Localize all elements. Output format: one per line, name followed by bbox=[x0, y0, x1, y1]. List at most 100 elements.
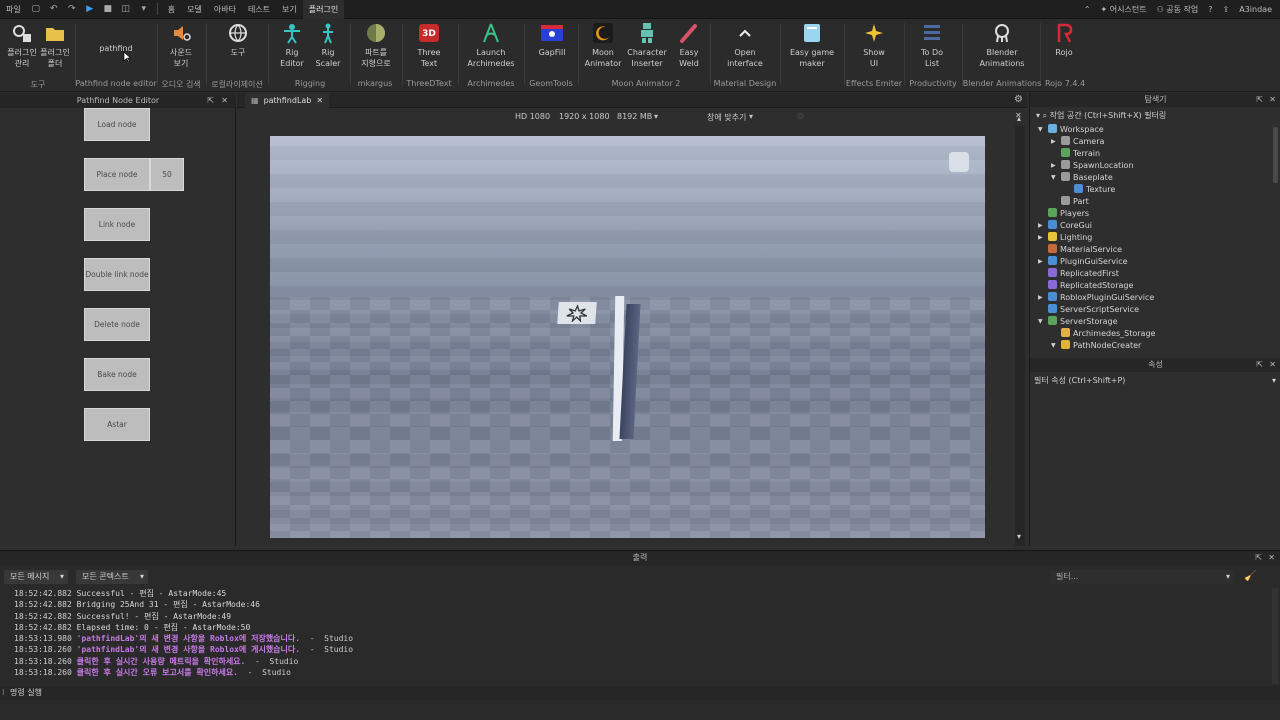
delete-node-button[interactable]: Delete node bbox=[84, 308, 150, 341]
explorer-item[interactable]: Texture bbox=[1030, 184, 1270, 196]
messages-filter-dropdown[interactable]: 모든 메시지 ▾ bbox=[4, 570, 68, 584]
bake-node-button[interactable]: Bake node bbox=[84, 358, 150, 391]
easy-weld-button[interactable]: Easy Weld bbox=[672, 21, 706, 69]
explorer-item[interactable]: Part bbox=[1030, 196, 1270, 208]
tab-view[interactable]: 보기 bbox=[276, 0, 303, 19]
blender-animations-button[interactable]: Blender Animations bbox=[970, 21, 1034, 69]
output-close-icon[interactable]: ✕ bbox=[1268, 551, 1275, 565]
explorer-undock-icon[interactable]: ⇱ bbox=[1256, 93, 1263, 107]
collapse-ribbon-icon[interactable]: ⌃ bbox=[1084, 5, 1091, 14]
rig-editor-button[interactable]: Rig Editor bbox=[276, 21, 308, 69]
explorer-item[interactable]: MaterialService bbox=[1030, 244, 1270, 256]
user-name[interactable]: A3indae bbox=[1239, 5, 1272, 14]
astar-button[interactable]: Astar bbox=[84, 408, 150, 441]
fit-to-window-dropdown[interactable]: 창에 맞추기 bbox=[707, 112, 746, 123]
explorer-filter-input[interactable]: ▾ ⌕ 작업 공간 (Ctrl+Shift+X) 필터링 bbox=[1030, 109, 1280, 123]
expand-arrow-closed-icon[interactable]: ▶ bbox=[1051, 160, 1056, 172]
collab-button[interactable]: ⚇ 공동 작업 bbox=[1157, 4, 1199, 15]
new-file-icon[interactable]: ▢ bbox=[29, 2, 43, 16]
share-icon[interactable]: ⇪ bbox=[1223, 5, 1230, 14]
three-text-button[interactable]: 3D Three Text bbox=[412, 21, 446, 69]
expand-arrow-open-icon[interactable]: ▼ bbox=[1038, 124, 1043, 136]
context-filter-dropdown[interactable]: 모든 콘텍스트 ▾ bbox=[76, 570, 148, 584]
expand-arrow-open-icon[interactable]: ▼ bbox=[1051, 340, 1056, 352]
output-scrollbar[interactable] bbox=[1272, 588, 1278, 684]
explorer-item[interactable]: ▶ PluginGuiService bbox=[1030, 256, 1270, 268]
menu-file[interactable]: 파일 bbox=[0, 0, 27, 19]
gapfill-button[interactable]: GapFill bbox=[534, 21, 570, 58]
tab-plugins[interactable]: 플러그인 bbox=[302, 0, 345, 19]
explorer-item[interactable]: Players bbox=[1030, 208, 1270, 220]
orientation-icon[interactable]: ◎ bbox=[797, 111, 804, 120]
tab-model[interactable]: 모델 bbox=[181, 0, 208, 19]
moon-animator-button[interactable]: Moon Animator bbox=[584, 21, 622, 69]
view-cube[interactable] bbox=[949, 152, 969, 172]
part-to-terrain-button[interactable]: 파트를 지형으로 bbox=[358, 21, 394, 69]
explorer-scrollbar[interactable] bbox=[1273, 127, 1278, 183]
rojo-button[interactable]: Rojo bbox=[1048, 21, 1080, 58]
resolution-preset[interactable]: HD 1080 bbox=[515, 112, 550, 121]
explorer-item[interactable]: ▶ RobloxPluginGuiService bbox=[1030, 292, 1270, 304]
output-line-message[interactable]: 'pathfindLab'의 새 변경 사항을 Roblox에 저장했습니다. bbox=[77, 634, 300, 643]
tab-avatar[interactable]: 아바타 bbox=[208, 0, 242, 19]
help-icon[interactable]: ? bbox=[1208, 5, 1212, 14]
explorer-item[interactable]: ReplicatedStorage bbox=[1030, 280, 1270, 292]
plugins-folder-button[interactable]: 플러그인 폴더 bbox=[38, 21, 72, 69]
redo-icon[interactable]: ↷ bbox=[65, 2, 79, 16]
expand-arrow-open-icon[interactable]: ▼ bbox=[1051, 172, 1056, 184]
spawn-location[interactable] bbox=[557, 302, 597, 324]
todo-list-button[interactable]: To Do List bbox=[914, 21, 950, 69]
scroll-down-icon[interactable]: ▾ bbox=[1017, 532, 1021, 541]
explorer-item[interactable]: Archimedes_Storage bbox=[1030, 328, 1270, 340]
tab-home[interactable]: 홈 bbox=[162, 0, 181, 19]
load-node-button[interactable]: Load node bbox=[84, 108, 150, 141]
memory-value[interactable]: 8192 MB bbox=[617, 112, 652, 121]
output-line-message[interactable]: 클릭한 후 실시간 사용량 메트릭을 확인하세요. bbox=[77, 657, 246, 666]
explorer-item[interactable]: ▶ CoreGui bbox=[1030, 220, 1270, 232]
scroll-up-icon[interactable]: ▴ bbox=[1017, 114, 1021, 123]
explorer-item[interactable]: ▼ PathNodeCreater bbox=[1030, 340, 1270, 352]
output-undock-icon[interactable]: ⇱ bbox=[1255, 551, 1262, 565]
clear-output-icon[interactable]: 🧹 bbox=[1244, 571, 1256, 582]
open-interface-button[interactable]: Open interface bbox=[722, 21, 768, 69]
properties-filter-input[interactable]: 필터 속성 (Ctrl+Shift+P) ▾ bbox=[1034, 374, 1278, 388]
play-icon[interactable]: ▶ bbox=[83, 2, 97, 16]
explorer-item[interactable]: ▼ Baseplate bbox=[1030, 172, 1270, 184]
close-tab-icon[interactable]: ✕ bbox=[316, 93, 323, 108]
properties-filter-dropdown-icon[interactable]: ▾ bbox=[1272, 374, 1276, 388]
fit-dropdown-icon[interactable]: ▾ bbox=[749, 112, 753, 121]
assistant-button[interactable]: ✦ 어시스턴트 bbox=[1101, 4, 1147, 15]
expand-arrow-closed-icon[interactable]: ▶ bbox=[1038, 220, 1043, 232]
output-line-message[interactable]: 클릭한 후 실시간 오류 보고서를 확인하세요. bbox=[77, 668, 238, 677]
tab-pathfindlab[interactable]: ▦ pathfindLab ✕ bbox=[245, 93, 330, 108]
double-link-node-button[interactable]: Double link node bbox=[84, 258, 150, 291]
explorer-item[interactable]: ▶ Camera bbox=[1030, 136, 1270, 148]
close-icon[interactable]: ✕ bbox=[221, 93, 228, 108]
localization-tool-button[interactable]: 도구 bbox=[220, 21, 256, 58]
viewport-scrollbar[interactable]: ▴ ▾ bbox=[1015, 114, 1025, 546]
stop-icon[interactable]: ■ bbox=[101, 2, 115, 16]
expand-arrow-closed-icon[interactable]: ▶ bbox=[1051, 136, 1056, 148]
expand-arrow-closed-icon[interactable]: ▶ bbox=[1038, 292, 1043, 304]
place-node-value-input[interactable]: 50 bbox=[150, 158, 184, 191]
explorer-item[interactable]: ▼ Workspace bbox=[1030, 124, 1270, 136]
properties-undock-icon[interactable]: ⇱ bbox=[1256, 358, 1263, 372]
undock-icon[interactable]: ⇱ bbox=[207, 93, 214, 108]
explorer-item[interactable]: ServerScriptService bbox=[1030, 304, 1270, 316]
show-ui-button[interactable]: Show UI bbox=[856, 21, 892, 69]
explorer-item[interactable]: ReplicatedFirst bbox=[1030, 268, 1270, 280]
rig-scaler-button[interactable]: Rig Scaler bbox=[312, 21, 344, 69]
3d-viewport[interactable] bbox=[270, 136, 985, 538]
explorer-item[interactable]: ▼ ServerStorage bbox=[1030, 316, 1270, 328]
output-filter-input[interactable]: 필터... ▾ bbox=[1050, 570, 1234, 584]
memory-dropdown-icon[interactable]: ▾ bbox=[654, 112, 658, 121]
launch-archimedes-button[interactable]: Launch Archimedes bbox=[466, 21, 516, 69]
place-node-button[interactable]: Place node bbox=[84, 158, 150, 191]
command-bar[interactable]: ⁝ 명령 실행 bbox=[0, 686, 1280, 700]
tab-test[interactable]: 테스트 bbox=[242, 0, 276, 19]
easy-game-maker-button[interactable]: Easy game maker bbox=[786, 21, 838, 69]
screenshot-icon[interactable]: ◫ bbox=[119, 2, 133, 16]
undo-icon[interactable]: ↶ bbox=[47, 2, 61, 16]
properties-close-icon[interactable]: ✕ bbox=[1269, 358, 1276, 372]
link-node-button[interactable]: Link node bbox=[84, 208, 150, 241]
